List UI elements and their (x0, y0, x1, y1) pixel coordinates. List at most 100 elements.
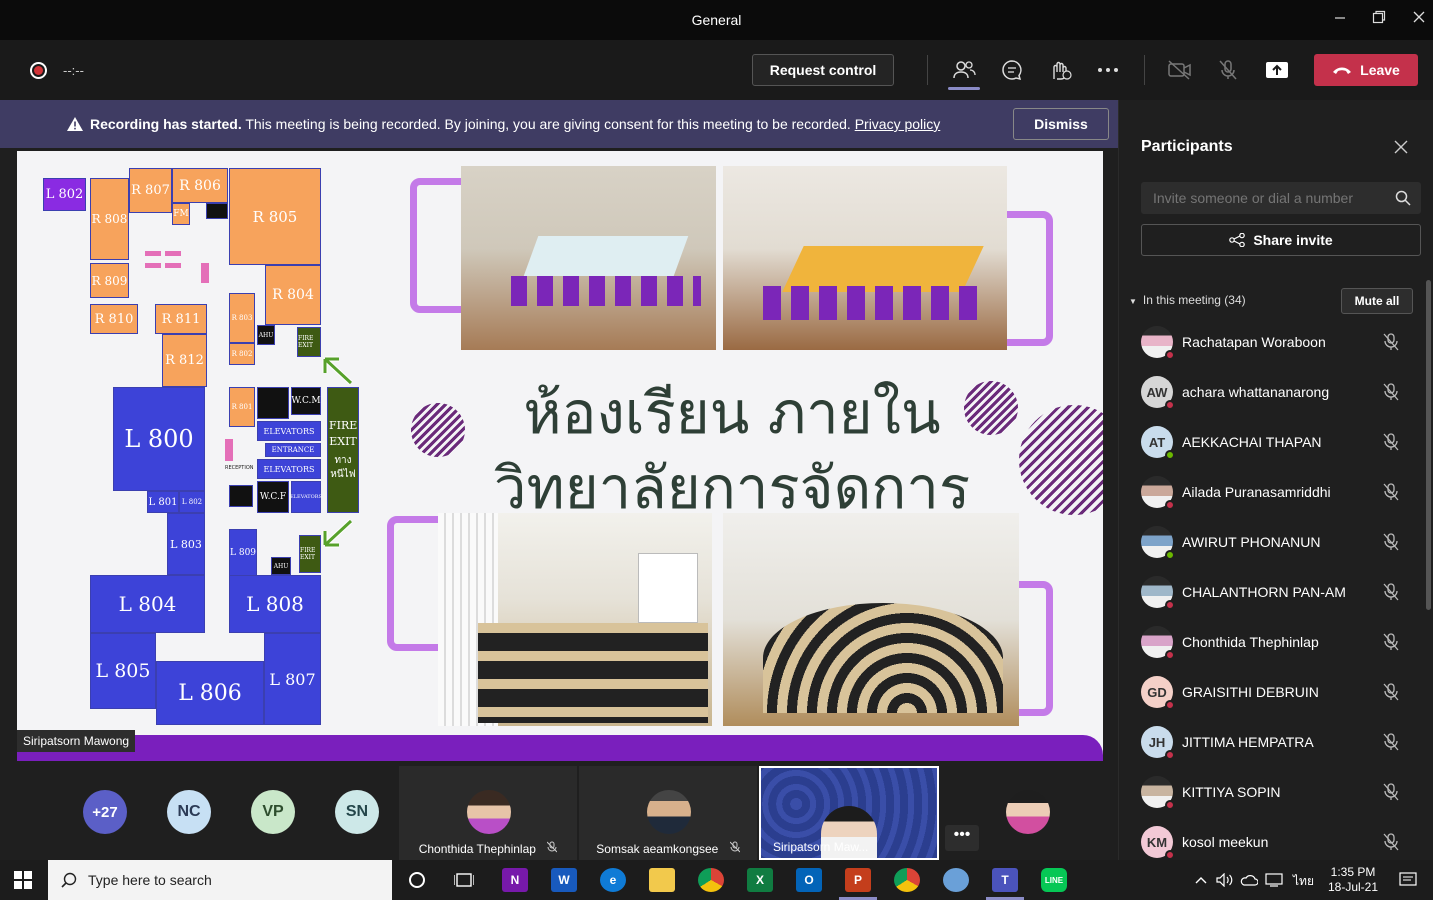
line-icon[interactable]: LINE (1041, 868, 1067, 892)
outlook-icon[interactable]: O (796, 868, 822, 892)
participant-row[interactable]: Ailada Puranasamriddhi (1141, 472, 1421, 512)
participant-tile[interactable]: Somsak aeamkongsee (579, 766, 757, 860)
mic-off-icon[interactable] (1383, 483, 1399, 501)
file-explorer-icon[interactable] (649, 868, 675, 892)
room-r812: R 812 (162, 334, 207, 387)
more-actions-button[interactable] (1094, 57, 1122, 83)
in-meeting-section[interactable]: ▼ In this meeting (34) (1129, 293, 1246, 307)
taskbar-clock[interactable]: 1:35 PM 18-Jul-21 (1322, 865, 1384, 895)
classroom-photo-3 (438, 513, 712, 726)
app-icon[interactable] (943, 868, 969, 892)
clock-time: 1:35 PM (1330, 865, 1376, 879)
share-invite-button[interactable]: Share invite (1141, 224, 1421, 256)
share-content-button[interactable] (1263, 57, 1291, 83)
close-window-button[interactable] (1404, 8, 1433, 32)
mic-off-icon[interactable] (1383, 733, 1399, 751)
edge-icon[interactable]: e (600, 868, 626, 892)
title-bar: General (0, 0, 1433, 40)
presence-status-icon (1165, 800, 1175, 810)
room-wcm: W.C.M (291, 387, 321, 415)
scrollbar[interactable] (1426, 280, 1431, 610)
microphone-button[interactable] (1214, 57, 1242, 83)
mic-off-icon[interactable] (1383, 583, 1399, 601)
participant-avatar (1141, 626, 1175, 660)
network-icon[interactable] (1265, 873, 1283, 887)
chevron-up-icon[interactable] (1195, 875, 1207, 885)
arrow-down-left-icon (322, 519, 353, 548)
presence-status-icon (1165, 650, 1175, 660)
room-r810: R 810 (90, 304, 138, 334)
participant-row[interactable]: Rachatapan Woraboon (1141, 322, 1421, 362)
windows-taskbar: Type here to search N W e X O P T LINE ไ… (0, 860, 1433, 900)
self-view-avatar[interactable] (1006, 790, 1050, 834)
participant-initials: AW (1146, 384, 1168, 400)
participant-avatar[interactable]: VP (251, 790, 295, 834)
mic-off-icon[interactable] (1383, 683, 1399, 701)
mic-off-icon (729, 841, 741, 853)
minimize-button[interactable] (1325, 8, 1355, 32)
shared-slide: L 802 R 807 R 806 R 808 FM R 805 R 809 R… (17, 151, 1103, 761)
classroom-photo-1 (461, 166, 716, 350)
chevron-down-icon: ▼ (1129, 297, 1137, 306)
active-speaker-tile[interactable]: Siripatsorn Maw... (759, 766, 939, 860)
shared-content-stage: L 802 R 807 R 806 R 808 FM R 805 R 809 R… (0, 148, 1118, 763)
participant-initials: JH (1148, 734, 1166, 750)
chrome-icon[interactable] (698, 868, 724, 892)
powerpoint-icon[interactable]: P (845, 868, 871, 892)
invite-search-input[interactable] (1141, 182, 1421, 214)
search-icon[interactable] (1395, 190, 1411, 206)
taskbar-search-box[interactable]: Type here to search (48, 860, 392, 900)
privacy-policy-link[interactable]: Privacy policy (855, 116, 941, 132)
mic-off-icon[interactable] (1383, 533, 1399, 551)
chrome-icon[interactable] (894, 868, 920, 892)
mic-off-icon[interactable] (1383, 783, 1399, 801)
mute-all-button[interactable]: Mute all (1341, 288, 1413, 314)
participant-name: JITTIMA HEMPATRA (1182, 734, 1314, 750)
cortana-icon[interactable] (404, 868, 430, 892)
overflow-participants-button[interactable]: +27 (83, 790, 127, 834)
notifications-icon[interactable] (1399, 872, 1417, 888)
task-view-icon[interactable] (451, 868, 477, 892)
participant-row[interactable]: Chonthida Thephinlap (1141, 622, 1421, 662)
dismiss-button[interactable]: Dismiss (1013, 108, 1109, 140)
participant-row[interactable]: AWIRUT PHONANUN (1141, 522, 1421, 562)
participant-avatar (1141, 476, 1175, 510)
more-icon (1098, 68, 1118, 72)
participant-row[interactable]: AT AEKKACHAI THAPAN (1141, 422, 1421, 462)
onedrive-icon[interactable] (1240, 873, 1258, 887)
teams-icon[interactable]: T (992, 868, 1018, 892)
participant-row[interactable]: JH JITTIMA HEMPATRA (1141, 722, 1421, 762)
participant-tile[interactable]: Chonthida Thephinlap (399, 766, 577, 860)
reception-label: RECEPTION (225, 465, 254, 471)
fire-exit-text: FIRE EXIT (329, 419, 358, 448)
participant-row[interactable]: GD GRAISITHI DEBRUIN (1141, 672, 1421, 712)
excel-icon[interactable]: X (747, 868, 773, 892)
close-panel-button[interactable] (1393, 138, 1409, 161)
mic-off-icon[interactable] (1383, 633, 1399, 651)
volume-icon[interactable] (1216, 873, 1234, 887)
onenote-icon[interactable]: N (502, 868, 528, 892)
mic-off-icon[interactable] (1383, 383, 1399, 401)
language-indicator[interactable]: ไทย (1293, 872, 1314, 891)
leave-button[interactable]: Leave (1314, 54, 1418, 86)
mic-off-icon[interactable] (1383, 433, 1399, 451)
reactions-button[interactable] (1046, 57, 1074, 83)
mic-off-icon[interactable] (1383, 833, 1399, 851)
leave-label: Leave (1360, 62, 1400, 78)
mic-off-icon[interactable] (1383, 333, 1399, 351)
participant-avatar[interactable]: NC (167, 790, 211, 834)
windows-start-icon[interactable] (14, 871, 32, 889)
camera-button[interactable] (1166, 57, 1194, 83)
participants-button[interactable] (950, 57, 978, 83)
participant-row[interactable]: KM kosol meekun (1141, 822, 1421, 862)
participant-row[interactable]: CHALANTHORN PAN-AM (1141, 572, 1421, 612)
participant-row[interactable]: KITTIYA SOPIN (1141, 772, 1421, 812)
participant-avatar[interactable]: SN (335, 790, 379, 834)
participant-row[interactable]: AW achara whattananarong (1141, 372, 1421, 412)
more-participants-button[interactable]: ••• (945, 825, 979, 851)
chat-button[interactable] (998, 57, 1026, 83)
restore-button[interactable] (1364, 8, 1394, 32)
request-control-button[interactable]: Request control (752, 54, 894, 86)
presence-status-icon (1165, 700, 1175, 710)
word-icon[interactable]: W (551, 868, 577, 892)
